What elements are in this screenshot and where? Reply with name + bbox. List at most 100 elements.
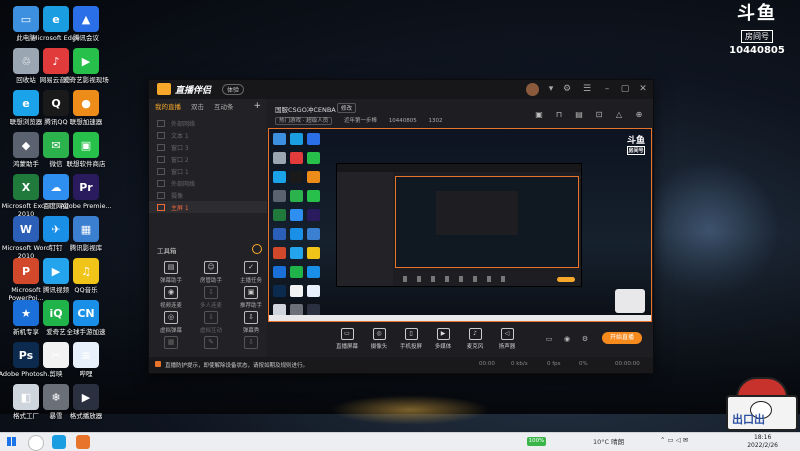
stat-cpu: 0% <box>579 361 588 367</box>
clock[interactable]: 18:16 2022/2/26 <box>747 434 778 450</box>
room-meta-item: 近年第一步棒 <box>344 118 378 124</box>
desktop-icon-image: ▶ <box>73 384 99 410</box>
desktop-icon-image: ● <box>73 90 99 116</box>
screenshot-icon[interactable]: ▣ <box>533 110 545 120</box>
control-label: 扬声器 <box>498 344 516 350</box>
lock-icon[interactable]: ⊓ <box>553 110 565 120</box>
room-title: 国服CSGO冲CENBA <box>275 106 336 114</box>
category-tag[interactable]: 热门游戏 · 超级人员 <box>275 117 333 125</box>
notice-icon <box>155 361 161 367</box>
toolbox-item[interactable]: ▦ <box>153 336 189 351</box>
settings-icon[interactable]: ⚙ <box>561 83 573 95</box>
settings-icon[interactable]: ⚙ <box>580 335 590 343</box>
toolbox-item[interactable]: ☺ 房管助手 <box>193 261 229 284</box>
preview-mascot <box>615 289 645 313</box>
search-icon[interactable] <box>28 435 44 451</box>
layout-icon[interactable]: ⊡ <box>593 110 605 120</box>
toolbox-settings-icon[interactable] <box>252 244 262 254</box>
maximize-icon[interactable]: ▢ <box>619 83 631 95</box>
desktop-icon[interactable]: ▶ 格式播放器 <box>56 382 116 437</box>
control-label: 手机投屏 <box>399 344 422 350</box>
notice-text[interactable]: 直播防护提示，即使解除设备状态，请按如期及规则进行。 <box>165 361 308 369</box>
toolbox-item[interactable]: ✓ 主播任务 <box>233 261 269 284</box>
preview-desktop-icons <box>271 131 325 321</box>
source-item[interactable]: 窗口 2 <box>149 153 267 165</box>
room-id: 10440805 <box>388 118 417 124</box>
menu-icon[interactable]: ☰ <box>581 83 593 95</box>
control-button[interactable]: ▭ 直播屏幕 <box>330 328 364 350</box>
eye-icon[interactable]: ◉ <box>562 335 572 343</box>
preview-icon <box>307 285 320 297</box>
battery-indicator[interactable]: 100% <box>527 437 546 446</box>
source-item[interactable]: 摄像 <box>149 189 267 201</box>
close-icon[interactable]: ✕ <box>637 83 649 95</box>
desktop-icon-label: 爱奇艺影视现场 <box>63 76 109 84</box>
source-item[interactable]: 外部网络 <box>149 177 267 189</box>
control-button[interactable]: ▯ 手机投屏 <box>394 328 428 350</box>
source-item-active[interactable]: 主屏 1 <box>149 201 267 213</box>
toolbox-item[interactable]: ◉ 视频连麦 <box>153 286 189 309</box>
preview-icon <box>290 209 303 221</box>
record-icon[interactable]: ▤ <box>573 110 585 120</box>
stat-bitrate: 0 kb/s <box>511 361 528 367</box>
toolbox-item[interactable]: ⇩ 虚拟互动 <box>193 311 229 334</box>
desktop-icon-label: Adobe Premie... <box>60 202 112 210</box>
city-lights <box>330 395 490 425</box>
edge-taskbar-icon[interactable] <box>52 435 66 449</box>
stat-fps: 0 fps <box>547 361 561 367</box>
weather-status[interactable]: 10°C 晴朗 <box>593 436 624 446</box>
tab-my-live[interactable]: 我的直播 <box>155 101 181 111</box>
desktop-icon-image: ▶ <box>73 48 99 74</box>
toolbox-item[interactable]: ⇩ 多人连麦 <box>193 286 229 309</box>
desktop-icon-label: QQ音乐 <box>74 286 98 294</box>
toolbox-item-icon: ▦ <box>164 336 178 349</box>
start-live-button[interactable]: 开始直播 <box>602 332 642 344</box>
room-info-bar: 国服CSGO冲CENBA 修改 热门游戏 · 超级人员 近年第一步棒 10440… <box>267 99 653 129</box>
status-bar: 直播防护提示，即使解除设备状态，请按如期及规则进行。 00:00 0 kb/s … <box>149 357 653 373</box>
source-item[interactable]: 外部网络 <box>149 117 267 129</box>
clock-date: 2022/2/26 <box>747 442 778 449</box>
live-app-taskbar-icon[interactable] <box>76 435 90 449</box>
user-avatar[interactable] <box>526 83 539 96</box>
desktop-icon-image: CN <box>73 300 99 326</box>
toolbox-item[interactable]: ⇩ 弹幕秀 <box>233 311 269 334</box>
version-badge[interactable]: 体验 <box>222 84 245 95</box>
dropdown-icon[interactable]: ▾ <box>545 83 557 95</box>
add-scene-icon[interactable]: + <box>253 101 261 111</box>
viewer-count: 1302 <box>428 118 443 124</box>
edit-title-button[interactable]: 修改 <box>337 103 357 113</box>
control-button[interactable]: ♪ 麦克风 <box>458 328 492 350</box>
clock-time: 18:16 <box>753 434 772 441</box>
notify-icon[interactable]: △ <box>613 110 625 120</box>
source-item[interactable]: 窗口 3 <box>149 141 267 153</box>
preview-icon <box>307 266 320 278</box>
control-button[interactable]: ◎ 摄像头 <box>362 328 396 350</box>
control-button[interactable]: ▶ 多媒体 <box>426 328 460 350</box>
camera-toggle-icon[interactable]: ▭ <box>544 335 554 343</box>
live-preview[interactable]: 斗鱼 房间号 <box>268 128 652 322</box>
tray-icons[interactable]: ⌃ ▭ ◁ ✉ <box>660 436 688 444</box>
source-item[interactable]: 窗口 1 <box>149 165 267 177</box>
desktop-icon-label: 联想软件商店 <box>66 160 106 168</box>
tab-double[interactable]: 双击 <box>191 101 204 111</box>
toolbox-item[interactable]: ✎ <box>193 336 229 351</box>
control-button[interactable]: ◁ 扬声器 <box>490 328 524 350</box>
preview-icon <box>307 190 320 202</box>
toolbox-item[interactable]: ⇩ <box>233 336 269 351</box>
toolbox-item[interactable]: ▤ 弹幕助手 <box>153 261 189 284</box>
source-item[interactable]: 文本 1 <box>149 129 267 141</box>
toolbox-item-icon: ✎ <box>204 336 218 349</box>
tab-interact[interactable]: 互动条 <box>214 101 234 111</box>
control-label: 直播屏幕 <box>335 344 358 350</box>
app-name: 直播伴侣 <box>175 86 212 96</box>
minimize-icon[interactable]: – <box>601 83 613 95</box>
preview-icon <box>273 133 286 145</box>
toolbox-item[interactable]: ◎ 虚拟弹幕 <box>153 311 189 334</box>
start-menu-icon[interactable] <box>7 437 16 446</box>
preview-icon <box>290 285 303 297</box>
toolbox-item[interactable]: ▣ 推荐助手 <box>233 286 269 309</box>
share-icon[interactable]: ⊕ <box>633 110 645 120</box>
toolbox-item-icon: ✓ <box>244 261 258 274</box>
preview-icon <box>307 171 320 183</box>
toolbox-item-icon: ▤ <box>164 261 178 274</box>
